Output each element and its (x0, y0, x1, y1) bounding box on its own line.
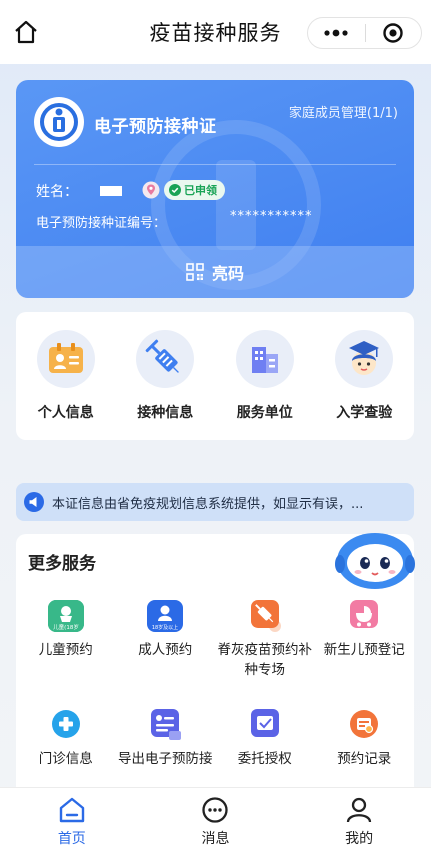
record-svg (350, 710, 379, 738)
bright-code-button[interactable]: 亮码 (16, 246, 414, 298)
newborn-icon (346, 600, 382, 632)
export-svg (151, 709, 182, 740)
more-button[interactable] (308, 18, 365, 48)
user-icon (346, 797, 372, 823)
record-icon (346, 709, 382, 741)
home-icon[interactable] (12, 18, 40, 46)
syringe-icon (136, 330, 195, 388)
family-manage-link[interactable]: 家庭成员管理(1/1) (289, 102, 398, 121)
message-icon (202, 797, 229, 823)
top-nav: 疫苗接种服务 (0, 0, 431, 64)
tab-label: 我的 (345, 831, 374, 847)
card-divider (34, 164, 396, 165)
graduate-icon (335, 330, 394, 388)
tab-label: 消息 (201, 831, 230, 847)
bright-code-label: 亮码 (211, 264, 244, 283)
vaccination-card: 电子预防接种证 家庭成员管理(1/1) 姓名： 已申领 电子预防接种证编号： *… (16, 80, 414, 298)
speaker-icon (24, 492, 44, 512)
cert-number-label: 电子预防接种证编号： (36, 216, 167, 231)
mini-program-capsule (307, 17, 422, 49)
service-polio-vaccine[interactable]: 脊灰疫苗预约补种专场 (215, 600, 315, 680)
quick-label: 接种信息 (137, 405, 194, 421)
building-icon (235, 330, 294, 388)
service-label: 新生儿预登记 (323, 642, 405, 658)
building-svg (251, 347, 278, 373)
name-value-masked (100, 186, 122, 196)
service-newborn-register[interactable]: 新生儿预登记 (315, 600, 415, 680)
service-child-appointment[interactable]: 儿童(18岁 儿童预约 (16, 600, 116, 680)
quick-entry-panel: 个人信息 接种信息 服务单位 入学查验 (16, 312, 414, 440)
polio-vaccine-icon (247, 600, 283, 632)
vaccine-logo-icon (40, 103, 78, 141)
home-tab-icon (59, 797, 85, 823)
clinic-icon (48, 709, 84, 741)
tab-label: 首页 (57, 831, 86, 847)
services-row-2: 门诊信息 导出电子预防接种证 (16, 709, 414, 769)
newborn-svg (350, 600, 379, 628)
graduate-svg (349, 341, 380, 375)
id-card-icon (36, 330, 95, 388)
quick-label: 服务单位 (236, 405, 293, 421)
child-appointment-svg: 儿童(18岁 (47, 600, 84, 632)
quick-vaccination-info[interactable]: 接种信息 (116, 330, 216, 422)
service-export-certificate[interactable]: 导出电子预防接种证 (116, 709, 216, 769)
authorize-svg (250, 709, 279, 737)
card-title: 电子预防接种证 (94, 117, 217, 137)
child-appointment-icon: 儿童(18岁 (47, 600, 84, 632)
service-appointment-record[interactable]: 预约记录 (315, 709, 415, 769)
services-row-1: 儿童(18岁 儿童预约 18岁及以上 成人预约 脊灰疫苗预约补种专场 新生儿预登… (16, 600, 414, 680)
more-services-heading: 更多服务 (28, 554, 96, 574)
child-appointment-badge: 儿童(18岁 (53, 623, 79, 631)
tab-mine[interactable]: 我的 (287, 788, 431, 861)
target-close-icon (383, 23, 403, 43)
quick-personal-info[interactable]: 个人信息 (16, 330, 116, 422)
service-label: 儿童预约 (38, 642, 93, 658)
service-authorize[interactable]: 委托授权 (215, 709, 315, 769)
service-label: 预约记录 (337, 751, 392, 767)
service-label: 门诊信息 (38, 751, 93, 767)
tab-home[interactable]: 首页 (0, 788, 144, 861)
service-label: 脊灰疫苗预约补种专场 (217, 642, 313, 678)
export-icon (147, 709, 183, 741)
service-label: 导出电子预防接种证 (118, 751, 213, 767)
notice-bar[interactable]: 本证信息由省免疫规划信息系统提供，如显示有误，... (16, 483, 414, 521)
adult-appointment-badge: 18岁及以上 (152, 624, 178, 631)
close-button[interactable] (365, 18, 421, 48)
authorize-icon (247, 709, 283, 741)
service-clinic-info[interactable]: 门诊信息 (16, 709, 116, 769)
quick-school-check[interactable]: 入学查验 (315, 330, 415, 422)
quick-service-unit[interactable]: 服务单位 (215, 330, 315, 422)
id-card-svg (48, 343, 83, 373)
cert-number-value: *********** (230, 209, 313, 224)
quick-label: 入学查验 (336, 405, 393, 421)
status-badge-text: 已申领 (184, 184, 217, 197)
robot-assistant-icon[interactable] (334, 530, 416, 592)
name-label: 姓名： (36, 184, 78, 200)
adult-appointment-svg: 18岁及以上 (147, 600, 184, 632)
status-badge: 已申领 (164, 180, 225, 200)
service-adult-appointment[interactable]: 18岁及以上 成人预约 (116, 600, 216, 680)
check-circle-icon (169, 184, 181, 196)
notice-text: 本证信息由省免疫规划信息系统提供，如显示有误，... (52, 496, 364, 512)
more-icon (324, 29, 348, 37)
syringe-svg (145, 339, 180, 373)
qr-code-icon (186, 263, 204, 281)
polio-vaccine-svg (250, 600, 281, 632)
bottom-tab-bar: 首页 消息 我的 (0, 787, 431, 861)
service-label: 成人预约 (138, 642, 193, 658)
page-title: 疫苗接种服务 (149, 21, 282, 45)
vaccine-logo (34, 97, 84, 147)
adult-appointment-icon: 18岁及以上 (147, 600, 184, 632)
tab-messages[interactable]: 消息 (144, 788, 288, 861)
clinic-svg (51, 710, 80, 738)
location-icon (142, 181, 160, 199)
service-label: 委托授权 (237, 751, 292, 767)
quick-label: 个人信息 (37, 405, 94, 421)
